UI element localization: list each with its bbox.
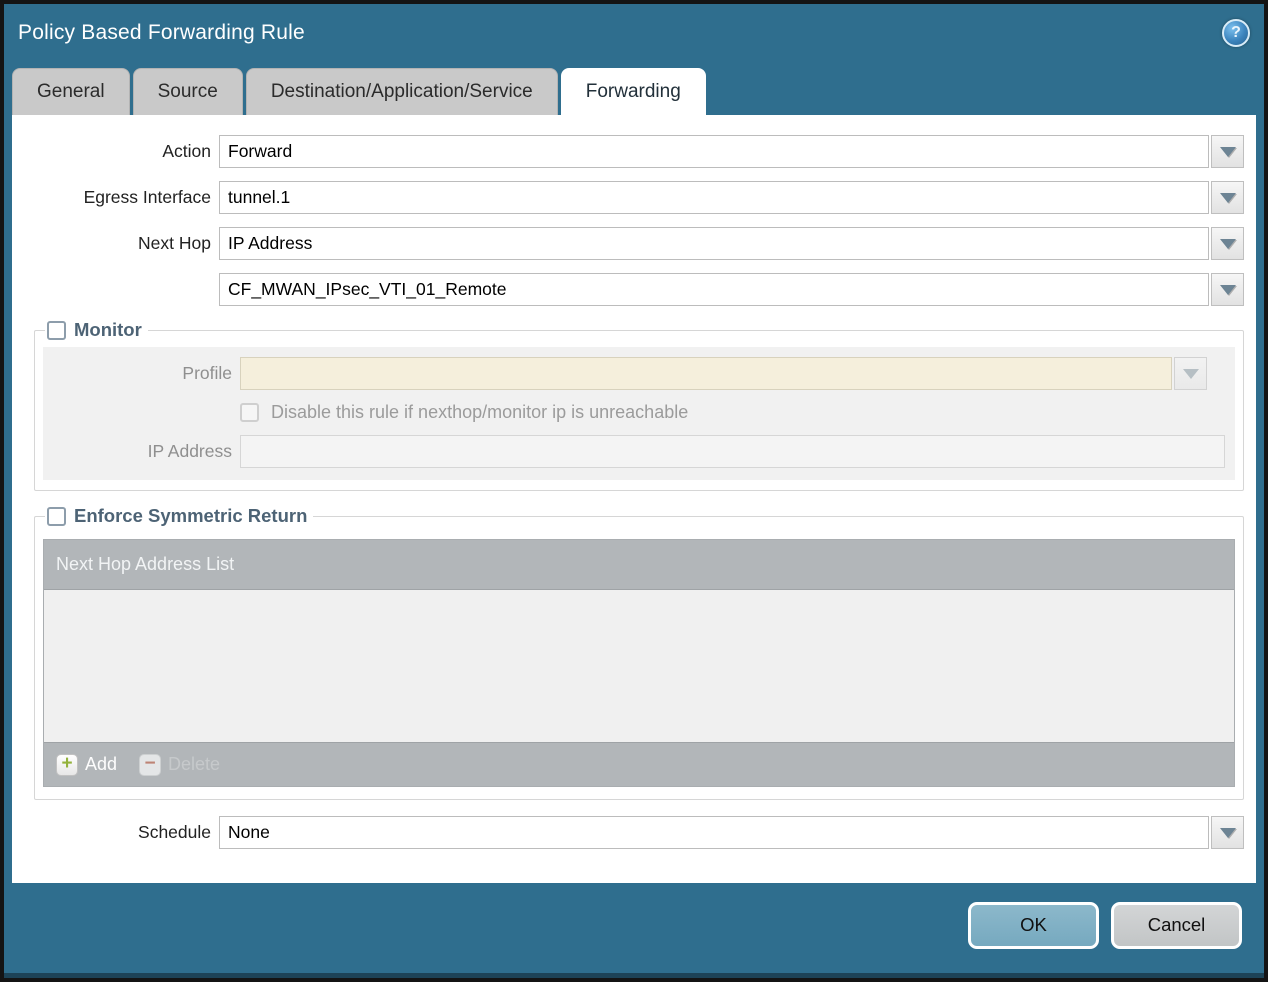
monitor-section: Monitor Profile Disable this rule if nex… xyxy=(34,319,1244,491)
disable-rule-checkbox xyxy=(240,403,259,422)
next-hop-type-dropdown-button[interactable] xyxy=(1211,227,1244,260)
enforce-symmetric-return-legend: Enforce Symmetric Return xyxy=(45,505,313,527)
chevron-down-icon xyxy=(1219,238,1236,249)
egress-interface-select[interactable]: tunnel.1 xyxy=(219,181,1209,214)
minus-icon: − xyxy=(139,753,162,776)
next-hop-address-list-table: Next Hop Address List + Add − Delete xyxy=(43,539,1235,787)
tab-destination-application-service[interactable]: Destination/Application/Service xyxy=(245,68,558,115)
chevron-down-icon xyxy=(1219,827,1236,838)
chevron-down-icon xyxy=(1182,368,1199,379)
plus-icon: + xyxy=(56,753,78,776)
profile-label: Profile xyxy=(182,363,232,383)
bottom-accent-strip xyxy=(4,973,1264,978)
chevron-down-icon xyxy=(1219,192,1236,203)
chevron-down-icon xyxy=(1219,146,1236,157)
add-button-label: Add xyxy=(85,754,118,774)
monitor-checkbox[interactable] xyxy=(47,320,66,340)
disable-rule-label: Disable this rule if nexthop/monitor ip … xyxy=(271,402,689,422)
next-hop-address-row: CF_MWAN_IPsec_VTI_01_Remote xyxy=(24,273,1244,306)
schedule-label: Schedule xyxy=(138,822,211,842)
help-icon[interactable]: ? xyxy=(1222,19,1250,47)
schedule-select[interactable]: None xyxy=(219,816,1209,849)
tab-content-forwarding: Action Forward Egress Interface tunnel.1… xyxy=(12,115,1256,883)
tab-source[interactable]: Source xyxy=(132,68,243,115)
monitor-ip-address-row: IP Address xyxy=(43,435,1235,468)
action-row: Action Forward xyxy=(24,135,1244,168)
action-select[interactable]: Forward xyxy=(219,135,1209,168)
tab-general[interactable]: General xyxy=(12,68,130,115)
schedule-row: Schedule None xyxy=(24,816,1244,849)
disable-rule-row: Disable this rule if nexthop/monitor ip … xyxy=(43,402,1235,423)
egress-interface-row: Egress Interface tunnel.1 xyxy=(24,181,1244,214)
enforce-symmetric-return-section: Enforce Symmetric Return Next Hop Addres… xyxy=(34,505,1244,800)
delete-button-label: Delete xyxy=(168,754,221,774)
next-hop-address-select[interactable]: CF_MWAN_IPsec_VTI_01_Remote xyxy=(219,273,1209,306)
monitor-legend-label: Monitor xyxy=(74,319,142,340)
dialog-titlebar: Policy Based Forwarding Rule ? xyxy=(4,4,1264,62)
tab-forwarding[interactable]: Forwarding xyxy=(560,68,706,115)
next-hop-label: Next Hop xyxy=(138,233,211,253)
chevron-down-icon xyxy=(1219,284,1236,295)
enforce-symmetric-return-checkbox[interactable] xyxy=(47,506,66,526)
ok-button[interactable]: OK xyxy=(968,901,1099,949)
delete-button: − Delete xyxy=(139,753,221,776)
monitor-panel: Profile Disable this rule if nexthop/mon… xyxy=(43,347,1235,480)
next-hop-address-list-body[interactable] xyxy=(44,590,1234,742)
enforce-symmetric-return-legend-label: Enforce Symmetric Return xyxy=(74,505,308,526)
monitor-ip-address-input xyxy=(240,435,1225,468)
tab-bar: General Source Destination/Application/S… xyxy=(4,62,1264,115)
dialog-title: Policy Based Forwarding Rule xyxy=(18,21,305,44)
monitor-legend: Monitor xyxy=(45,319,148,341)
profile-dropdown-button xyxy=(1174,357,1207,390)
next-hop-address-dropdown-button[interactable] xyxy=(1211,273,1244,306)
next-hop-address-list-header: Next Hop Address List xyxy=(44,540,1234,590)
cancel-button[interactable]: Cancel xyxy=(1111,901,1242,949)
next-hop-address-list-toolbar: + Add − Delete xyxy=(44,742,1234,786)
egress-interface-label: Egress Interface xyxy=(83,187,211,207)
action-dropdown-button[interactable] xyxy=(1211,135,1244,168)
profile-select xyxy=(240,357,1172,390)
next-hop-type-select[interactable]: IP Address xyxy=(219,227,1209,260)
monitor-ip-address-label: IP Address xyxy=(147,441,232,461)
dialog-footer: OK Cancel xyxy=(4,883,1264,973)
action-label: Action xyxy=(162,141,211,161)
schedule-dropdown-button[interactable] xyxy=(1211,816,1244,849)
add-button[interactable]: + Add xyxy=(56,753,118,776)
profile-row: Profile xyxy=(43,357,1235,390)
egress-interface-dropdown-button[interactable] xyxy=(1211,181,1244,214)
next-hop-row: Next Hop IP Address xyxy=(24,227,1244,260)
